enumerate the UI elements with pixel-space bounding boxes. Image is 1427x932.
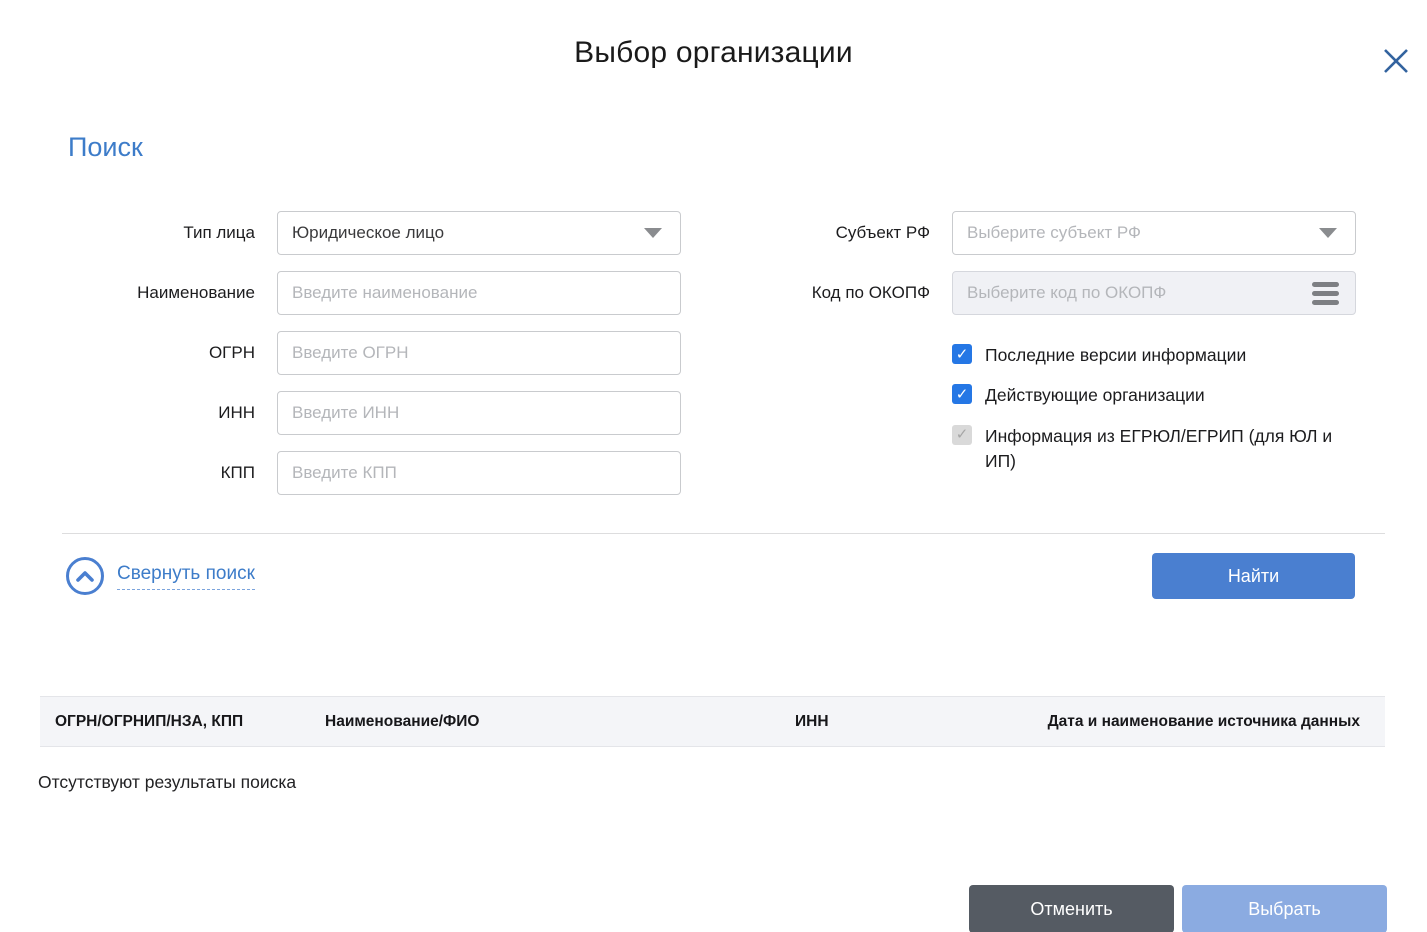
empty-results-message: Отсутствуют результаты поиска bbox=[38, 772, 1427, 793]
organization-select-dialog: Выбор организации Поиск Тип лица Юридиче… bbox=[0, 36, 1427, 793]
form-right-column: Субъект РФ Выберите субъект РФ Код по ОК… bbox=[760, 211, 1356, 511]
checkbox-checked-icon[interactable]: ✓ bbox=[952, 344, 972, 364]
checkbox-checked-icon[interactable]: ✓ bbox=[952, 384, 972, 404]
footer-actions: Отменить Выбрать bbox=[969, 885, 1387, 932]
type-select-value: Юридическое лицо bbox=[292, 223, 444, 243]
checkbox-label: Последние версии информации bbox=[985, 343, 1246, 368]
checkbox-latest-versions[interactable]: ✓ Последние версии информации bbox=[952, 343, 1356, 368]
select-button[interactable]: Выбрать bbox=[1182, 885, 1387, 932]
ogrn-input[interactable] bbox=[277, 331, 681, 375]
close-button[interactable] bbox=[1377, 42, 1415, 80]
name-label: Наименование bbox=[72, 283, 255, 303]
checkbox-group: ✓ Последние версии информации ✓ Действую… bbox=[952, 343, 1356, 490]
field-row-name: Наименование bbox=[72, 271, 681, 315]
column-header-name: Наименование/ФИО bbox=[325, 713, 795, 731]
checkbox-label: Информация из ЕГРЮЛ/ЕГРИП (для ЮЛ и ИП) bbox=[985, 424, 1353, 475]
column-header-ogrn: ОГРН/ОГРНИП/НЗА, КПП bbox=[40, 713, 325, 731]
search-form: Тип лица Юридическое лицо Наименование О… bbox=[0, 211, 1427, 511]
field-row-inn: ИНН bbox=[72, 391, 681, 435]
collapse-search-control[interactable]: Свернуть поиск bbox=[66, 557, 255, 595]
chevron-down-icon bbox=[644, 228, 662, 238]
checkbox-active-organizations[interactable]: ✓ Действующие организации bbox=[952, 383, 1356, 408]
inn-input[interactable] bbox=[277, 391, 681, 435]
chevron-down-icon bbox=[1319, 228, 1337, 238]
region-label: Субъект РФ bbox=[760, 223, 930, 243]
results-table-header: ОГРН/ОГРНИП/НЗА, КПП Наименование/ФИО ИН… bbox=[40, 696, 1385, 747]
type-label: Тип лица bbox=[72, 223, 255, 243]
close-icon bbox=[1381, 46, 1411, 76]
find-button[interactable]: Найти bbox=[1152, 553, 1355, 599]
checkbox-egrul-egrip: ✓ Информация из ЕГРЮЛ/ЕГРИП (для ЮЛ и ИП… bbox=[952, 424, 1356, 475]
chevron-up-circle-icon[interactable] bbox=[66, 557, 104, 595]
field-row-ogrn: ОГРН bbox=[72, 331, 681, 375]
region-select-placeholder: Выберите субъект РФ bbox=[967, 223, 1141, 243]
search-heading: Поиск bbox=[68, 132, 1427, 163]
ogrn-label: ОГРН bbox=[72, 343, 255, 363]
field-row-type: Тип лица Юридическое лицо bbox=[72, 211, 681, 255]
kpp-label: КПП bbox=[72, 463, 255, 483]
type-select[interactable]: Юридическое лицо bbox=[277, 211, 681, 255]
form-left-column: Тип лица Юридическое лицо Наименование О… bbox=[72, 211, 681, 511]
dialog-title: Выбор организации bbox=[0, 36, 1427, 70]
name-input[interactable] bbox=[277, 271, 681, 315]
inn-label: ИНН bbox=[72, 403, 255, 423]
field-row-kpp: КПП bbox=[72, 451, 681, 495]
hamburger-menu-icon bbox=[1312, 282, 1339, 305]
collapse-search-link[interactable]: Свернуть поиск bbox=[117, 563, 255, 590]
okopf-label: Код по ОКОПФ bbox=[760, 283, 930, 303]
column-header-inn: ИНН bbox=[795, 713, 995, 731]
checkbox-disabled-icon: ✓ bbox=[952, 425, 972, 445]
field-row-region: Субъект РФ Выберите субъект РФ bbox=[760, 211, 1356, 255]
cancel-button[interactable]: Отменить bbox=[969, 885, 1174, 932]
column-header-source: Дата и наименование источника данных bbox=[995, 713, 1385, 731]
field-row-okopf: Код по ОКОПФ Выберите код по ОКОПФ bbox=[760, 271, 1356, 315]
kpp-input[interactable] bbox=[277, 451, 681, 495]
okopf-picker[interactable]: Выберите код по ОКОПФ bbox=[952, 271, 1356, 315]
search-actions-row: Свернуть поиск Найти bbox=[0, 534, 1427, 599]
region-select[interactable]: Выберите субъект РФ bbox=[952, 211, 1356, 255]
checkbox-label: Действующие организации bbox=[985, 383, 1205, 408]
okopf-placeholder: Выберите код по ОКОПФ bbox=[967, 283, 1166, 303]
results-table: ОГРН/ОГРНИП/НЗА, КПП Наименование/ФИО ИН… bbox=[40, 696, 1385, 747]
